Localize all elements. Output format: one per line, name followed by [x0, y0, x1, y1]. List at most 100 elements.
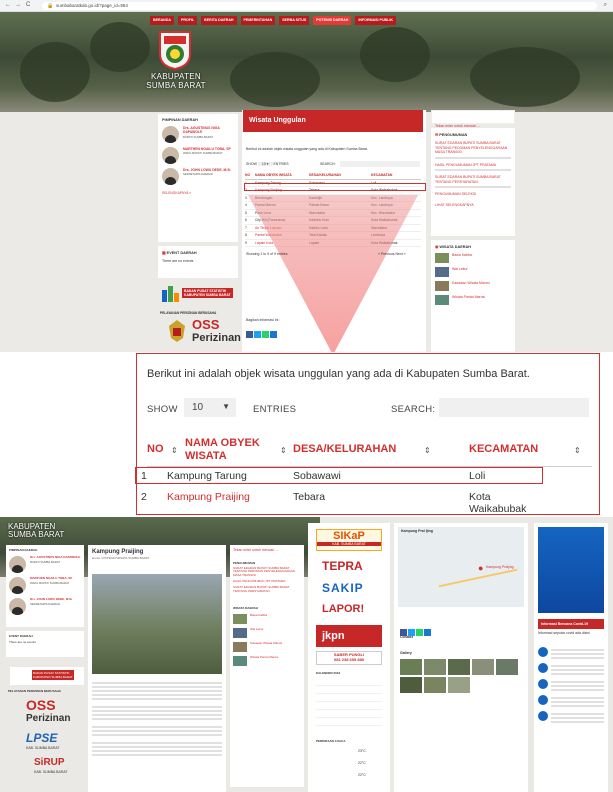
- avatar: [162, 147, 179, 164]
- leader-item[interactable]: MARTHEN NGAILU TOBA, SP WAKIL BUPATI SUMB…: [9, 576, 81, 594]
- share-plus-icon[interactable]: [270, 331, 277, 338]
- nav-pemerintahan[interactable]: PEMERINTAHAN: [240, 16, 276, 25]
- list-item[interactable]: [538, 679, 604, 691]
- gallery-photo[interactable]: [424, 659, 446, 675]
- event-title: ▦ EVENT DAERAH: [162, 251, 197, 255]
- intro-text: Berikut ini adalah objek wisata unggulan…: [246, 147, 368, 151]
- avatar: [162, 168, 179, 185]
- main-navigation: BERANDA PROFIL BERITA DAERAH PEMERINTAHA…: [150, 16, 396, 25]
- nav-beranda[interactable]: BERANDA: [150, 16, 174, 25]
- gallery-photo[interactable]: [400, 659, 422, 675]
- site-title: KABUPATEN SUMBA BARAT: [8, 522, 65, 539]
- perizinan-label: Perizinan: [26, 713, 71, 724]
- site-search[interactable]: Tekan enter untuk mencari ...: [431, 110, 515, 128]
- search-input[interactable]: [340, 161, 420, 167]
- row2-kecamatan: Kota Waikabubak: [469, 491, 527, 515]
- wisata-item[interactable]: Kawasan Wisata Marosi: [435, 281, 511, 291]
- wisata-item[interactable]: Bawa Kabba: [435, 253, 511, 263]
- nav-profil[interactable]: PROFIL: [177, 16, 198, 25]
- reload-icon[interactable]: C: [26, 2, 30, 8]
- site-search[interactable]: Tekan enter untuk mencari ...: [233, 548, 301, 553]
- oss-logo[interactable]: OSS: [192, 317, 219, 332]
- gallery-photo[interactable]: [448, 677, 470, 693]
- saber-pungli-banner[interactable]: SABER PUNGLI 081 238 695 880: [316, 651, 382, 665]
- facebook-icon[interactable]: [246, 331, 253, 338]
- back-icon[interactable]: ←: [5, 2, 11, 8]
- leader-item[interactable]: MARTHEN NGAILU TOBA, SP WAKIL BUPATI SUMB…: [162, 147, 234, 164]
- jkpn-banner[interactable]: jkpn: [316, 625, 382, 647]
- announcement-item[interactable]: PENGUMUMAN SELEKSI: [435, 192, 511, 197]
- list-item[interactable]: [538, 663, 604, 675]
- list-item[interactable]: [538, 695, 604, 707]
- breadcrumb[interactable]: Home / POTENSI WISATA SUMBA BARAT: [92, 556, 222, 560]
- wisata-item[interactable]: Wai Lekur: [233, 627, 301, 638]
- forward-icon[interactable]: →: [15, 2, 21, 8]
- sort-icon[interactable]: ⇕: [424, 446, 431, 455]
- entries-select[interactable]: 10 ▼: [184, 398, 236, 417]
- header-no[interactable]: NO: [147, 443, 164, 456]
- announcement-item[interactable]: HASIL PENGUMUMAN JPT PRATAMA: [435, 163, 511, 168]
- nav-serba-situs[interactable]: SERBA SITUS: [279, 16, 310, 25]
- sikap-banner[interactable]: SIKaP KAB. SUMBA BARAT: [316, 529, 382, 551]
- pagination[interactable]: « Previous Next »: [378, 252, 406, 257]
- header-desa-kelurahan[interactable]: DESA/KELURAHAN: [293, 443, 396, 456]
- share-plus-icon[interactable]: [424, 629, 431, 636]
- leader-item[interactable]: Drs. JOHN LOWU DEDE, M.Si SEKRETARIS DAER…: [162, 168, 234, 185]
- zoom-search-input[interactable]: [439, 398, 589, 417]
- sort-icon[interactable]: ⇕: [171, 446, 178, 455]
- leader-item[interactable]: Drs. AGUSTINUS NIGA DAPAWOLE BUPATI SUMBA…: [162, 126, 234, 143]
- hotline-text[interactable]: Informasi seputar covid ada disini: [538, 631, 604, 636]
- sort-icon[interactable]: ⇕: [280, 446, 287, 455]
- leaders-more-link[interactable]: SELENGKAPNYA »: [162, 191, 234, 195]
- announcement-item[interactable]: SURAT EDARAN BUPATI SUMBA BARAT TENTANG …: [435, 141, 511, 155]
- covid-panel: Informasi Bencana Covid-19 Informasi sep…: [534, 523, 608, 792]
- leader-item[interactable]: Drs. AGUSTINUS NIGA DAPAWOLE BUPATI SUMBA…: [9, 555, 81, 573]
- wisata-item[interactable]: Bawa Kabba: [233, 613, 301, 624]
- gallery-photo[interactable]: [448, 659, 470, 675]
- gallery-photo[interactable]: [496, 659, 518, 675]
- browser-toolbar: ← → C 🔒 sumbabaratkab.go.id/?page_id=954…: [0, 0, 613, 12]
- covid-banner[interactable]: [538, 527, 604, 613]
- row2-nama-link[interactable]: Kampung Praijing: [167, 491, 250, 503]
- address-bar[interactable]: 🔒 sumbabaratkab.go.id/?page_id=954: [42, 2, 597, 10]
- tepra-banner[interactable]: TEPRA: [322, 559, 363, 573]
- wisata-item[interactable]: Wai Lekur: [435, 267, 511, 277]
- leader-item[interactable]: Drs. JOHN LOWU DEDE, M.Si SEKRETARIS DAER…: [9, 597, 81, 615]
- list-item[interactable]: [538, 647, 604, 659]
- sort-icon[interactable]: ⇕: [574, 446, 581, 455]
- oss-logo[interactable]: OSS: [26, 697, 56, 713]
- announcement-more-link[interactable]: LIHAT SELENGKAPNYA: [435, 203, 511, 208]
- header-nama-obyek-wisata[interactable]: NAMA OBYEK WISATA: [185, 437, 260, 463]
- wisata-item[interactable]: Kawasan Wisata Marosi: [233, 641, 301, 652]
- avatar: [9, 577, 26, 594]
- lpse-logo[interactable]: LPSE: [26, 731, 57, 745]
- wisata-item[interactable]: Wisata Pantai Marosi: [435, 295, 511, 305]
- twitter-icon[interactable]: [254, 331, 261, 338]
- nav-berita-daerah[interactable]: BERITA DAERAH: [201, 16, 237, 25]
- nav-informasi-publik[interactable]: INFORMASI PUBLIK: [355, 16, 396, 25]
- bps-banner[interactable]: BADAN PUSAT STATISTIK KABUPATEN SUMBA BAR…: [160, 284, 238, 306]
- avatar: [162, 126, 179, 143]
- sirup-logo[interactable]: SiRUP: [34, 757, 65, 768]
- calendar-widget[interactable]: [316, 679, 382, 733]
- nav-potensi-daerah[interactable]: POTENSI DAERAH: [313, 16, 352, 25]
- gallery-photo[interactable]: [400, 677, 422, 693]
- map-pin-icon[interactable]: ●: [478, 563, 483, 573]
- gallery-photo[interactable]: [472, 659, 494, 675]
- map-widget[interactable]: Kampung Prai Ijing ● Kampung Praijing: [398, 527, 524, 607]
- search-icon[interactable]: ⌕: [604, 2, 607, 9]
- sakip-banner[interactable]: SAKIP: [322, 581, 364, 595]
- wisata-item[interactable]: Wisata Pantai Marosi: [233, 655, 301, 666]
- whatsapp-icon[interactable]: [416, 629, 423, 636]
- header-kecamatan[interactable]: KECAMATAN: [469, 443, 538, 456]
- whatsapp-icon[interactable]: [262, 331, 269, 338]
- contact-label: Contact: [400, 635, 414, 639]
- gallery-photo[interactable]: [424, 677, 446, 693]
- list-item[interactable]: [538, 711, 604, 723]
- announcement-item[interactable]: SURAT EDARAN BUPATI SUMBA BARAT TENTANG …: [435, 175, 511, 184]
- row2-no: 2: [141, 491, 147, 503]
- url-text: sumbabaratkab.go.id/?page_id=954: [56, 3, 128, 8]
- bps-banner[interactable]: BADAN PUSAT STATISTIK KABUPATEN SUMBA BAR…: [10, 667, 84, 685]
- covid-news-list: [538, 643, 604, 723]
- lapor-banner[interactable]: LAPOR!: [322, 603, 364, 615]
